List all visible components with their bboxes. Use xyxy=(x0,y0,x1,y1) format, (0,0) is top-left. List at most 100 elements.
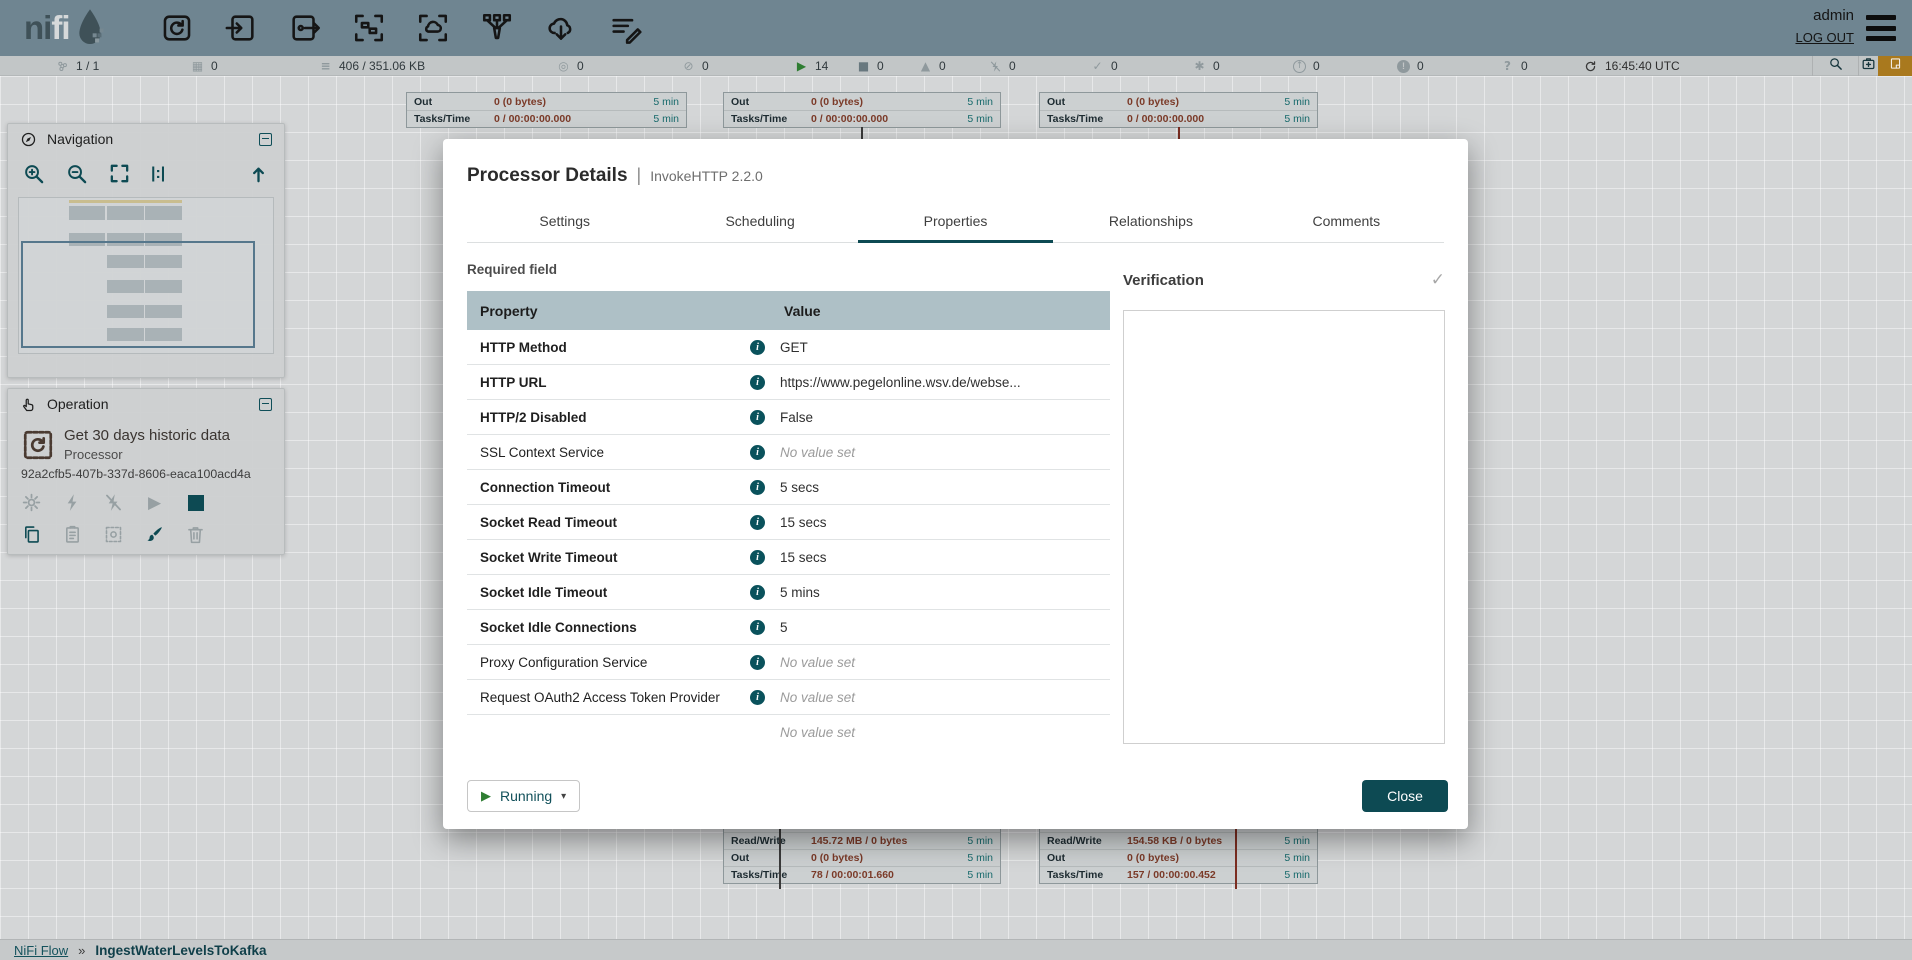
minimap-component xyxy=(145,206,182,220)
info-icon[interactable]: i xyxy=(750,690,765,705)
disable-button xyxy=(103,492,124,513)
up-to-date-icon: ✓ xyxy=(1090,59,1105,74)
global-menu-icon[interactable] xyxy=(1866,15,1896,41)
status-running: ▶14 xyxy=(794,56,828,76)
zoom-fit-button[interactable] xyxy=(108,162,131,185)
status-sync-failure-count: 0 xyxy=(1521,59,1528,73)
processor-toolbar-icon[interactable] xyxy=(160,11,194,45)
input-port-toolbar-icon[interactable] xyxy=(224,11,258,45)
import-from-registry-toolbar-icon[interactable] xyxy=(544,11,578,45)
info-icon[interactable]: i xyxy=(750,655,765,670)
info-icon[interactable]: i xyxy=(750,480,765,495)
run-state-label: Running xyxy=(500,788,552,804)
copy-button[interactable] xyxy=(21,524,42,545)
info-icon[interactable]: i xyxy=(750,340,765,355)
status-disabled: 0 xyxy=(988,56,1016,76)
dialog-title-separator: | xyxy=(637,165,642,186)
stat-label: Out xyxy=(1047,852,1127,864)
info-icon[interactable]: i xyxy=(750,550,765,565)
stat-value: 0 / 00:00:00.000 xyxy=(1127,113,1284,125)
verification-check-icon[interactable]: ✓ xyxy=(1431,270,1445,290)
collapse-operation-button[interactable] xyxy=(259,398,272,411)
zoom-in-button[interactable] xyxy=(22,162,45,185)
zoom-actual-button[interactable]: |:| xyxy=(151,162,177,185)
stat-value: 0 (0 bytes) xyxy=(811,852,967,864)
stat-row: Read/Write154.58 KB / 0 bytes5 min xyxy=(1040,832,1317,849)
tab-settings[interactable]: Settings xyxy=(467,199,662,242)
property-name: SSL Context Service xyxy=(467,445,750,460)
utility-kit-button[interactable] xyxy=(1858,56,1878,76)
process-group-toolbar-icon[interactable] xyxy=(352,11,386,45)
stat-window: 5 min xyxy=(1284,835,1310,847)
enable-button xyxy=(62,492,83,513)
property-value: GET xyxy=(771,340,1110,355)
search-button[interactable] xyxy=(1812,56,1858,76)
note-button[interactable] xyxy=(1878,56,1912,76)
property-name: Connection Timeout xyxy=(467,480,750,495)
status-locally-modified-stale: !0 xyxy=(1396,56,1424,76)
compass-icon xyxy=(20,131,37,148)
stale-icon: ↑ xyxy=(1292,59,1307,74)
tab-scheduling[interactable]: Scheduling xyxy=(662,199,857,242)
info-icon[interactable]: i xyxy=(750,515,765,530)
funnel-toolbar-icon[interactable] xyxy=(480,11,514,45)
birdseye-minimap[interactable] xyxy=(18,197,274,354)
info-icon[interactable]: i xyxy=(750,585,765,600)
tab-relationships[interactable]: Relationships xyxy=(1053,199,1248,242)
not-transmitting-icon: ⊘ xyxy=(681,59,696,74)
refresh-icon[interactable] xyxy=(1583,59,1598,74)
status-not-transmitting: ⊘0 xyxy=(681,56,709,76)
stat-row: Tasks/Time0 / 00:00:00.0005 min xyxy=(724,110,1000,127)
status-queue-list: ≡406 / 351.06 KB xyxy=(318,56,425,76)
status-up-to-date: ✓0 xyxy=(1090,56,1118,76)
collapse-navigation-button[interactable] xyxy=(259,133,272,146)
status-sync-failure: ?0 xyxy=(1500,56,1528,76)
tab-properties[interactable]: Properties xyxy=(858,199,1053,242)
minimap-header-bar xyxy=(69,200,182,203)
property-value: No value set xyxy=(771,655,1110,670)
property-row: Socket Idle Connectionsi5 xyxy=(467,610,1110,645)
property-name: Socket Idle Connections xyxy=(467,620,750,635)
chevron-down-icon: ▾ xyxy=(561,791,566,802)
go-up-button[interactable] xyxy=(247,162,270,185)
stat-value: 0 (0 bytes) xyxy=(811,96,967,108)
color-button[interactable] xyxy=(144,524,165,545)
stat-label: Tasks/Time xyxy=(414,113,494,125)
info-icon[interactable]: i xyxy=(750,620,765,635)
stat-label: Read/Write xyxy=(1047,835,1127,847)
output-port-toolbar-icon[interactable] xyxy=(288,11,322,45)
property-name: HTTP Method xyxy=(467,340,750,355)
info-icon[interactable]: i xyxy=(750,375,765,390)
zoom-out-button[interactable] xyxy=(65,162,88,185)
property-value: 5 secs xyxy=(771,480,1110,495)
stop-button[interactable] xyxy=(185,492,206,513)
stat-row: Tasks/Time0 / 00:00:00.0005 min xyxy=(407,110,686,127)
label-toolbar-icon[interactable] xyxy=(608,11,642,45)
info-icon[interactable]: i xyxy=(750,410,765,425)
minimap-viewport[interactable] xyxy=(21,241,255,348)
stat-row: Out0 (0 bytes)5 min xyxy=(407,93,686,110)
run-state-dropdown[interactable]: ▶ Running ▾ xyxy=(467,780,580,812)
stat-window: 5 min xyxy=(967,96,993,108)
status-stale-count: 0 xyxy=(1313,59,1320,73)
locally-modified-stale-icon: ! xyxy=(1396,59,1411,74)
logout-link[interactable]: LOG OUT xyxy=(1795,30,1854,45)
status-not-transmitting-count: 0 xyxy=(702,59,709,73)
stat-row: Out0 (0 bytes)5 min xyxy=(724,849,1000,866)
breadcrumb-root-link[interactable]: NiFi Flow xyxy=(14,943,68,958)
status-disabled-count: 0 xyxy=(1009,59,1016,73)
tab-comments[interactable]: Comments xyxy=(1249,199,1444,242)
invalid-icon: ▲ xyxy=(918,59,933,74)
stat-value: 0 / 00:00:00.000 xyxy=(811,113,967,125)
remote-process-group-toolbar-icon[interactable] xyxy=(416,11,450,45)
disabled-icon xyxy=(988,59,1003,74)
status-thread-grid-count: 0 xyxy=(211,59,218,73)
stat-window: 5 min xyxy=(967,113,993,125)
top-banner: nifi admin LOG OUT xyxy=(0,0,1912,56)
property-name: Socket Write Timeout xyxy=(467,550,750,565)
info-icon[interactable]: i xyxy=(750,445,765,460)
close-button[interactable]: Close xyxy=(1362,780,1448,812)
property-row: HTTP/2 DisablediFalse xyxy=(467,400,1110,435)
status-locally-modified-stale-count: 0 xyxy=(1417,59,1424,73)
nifi-logo: nifi xyxy=(24,8,106,53)
